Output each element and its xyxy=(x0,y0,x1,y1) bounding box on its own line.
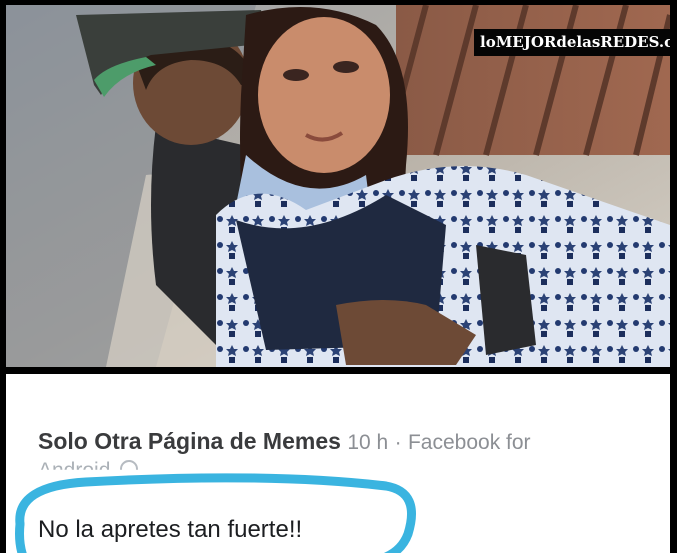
watermark-label: loMEJORdelasREDES.com xyxy=(474,29,670,56)
globe-icon xyxy=(120,460,139,470)
bench-illustration xyxy=(383,5,670,156)
post-source-continued: Android xyxy=(38,459,111,482)
meme-frame: loMEJORdelasREDES.com Solo Otra Página d… xyxy=(0,0,677,553)
divider xyxy=(0,367,677,374)
selfie-photo-illustration xyxy=(6,5,670,367)
post-source-continued-line: Android xyxy=(38,459,139,482)
facebook-post: Solo Otra Página de Memes 10 h · Faceboo… xyxy=(6,374,670,553)
post-text: No la apretes tan fuerte!! xyxy=(38,516,303,543)
page-name-link[interactable]: Solo Otra Página de Memes xyxy=(38,428,341,454)
post-source: Facebook for xyxy=(407,431,531,454)
post-header: Solo Otra Página de Memes 10 h · Faceboo… xyxy=(38,427,531,457)
meta-separator: · xyxy=(394,431,402,454)
post-time[interactable]: 10 h xyxy=(347,431,388,454)
selfie-photo: loMEJORdelasREDES.com xyxy=(6,5,670,367)
